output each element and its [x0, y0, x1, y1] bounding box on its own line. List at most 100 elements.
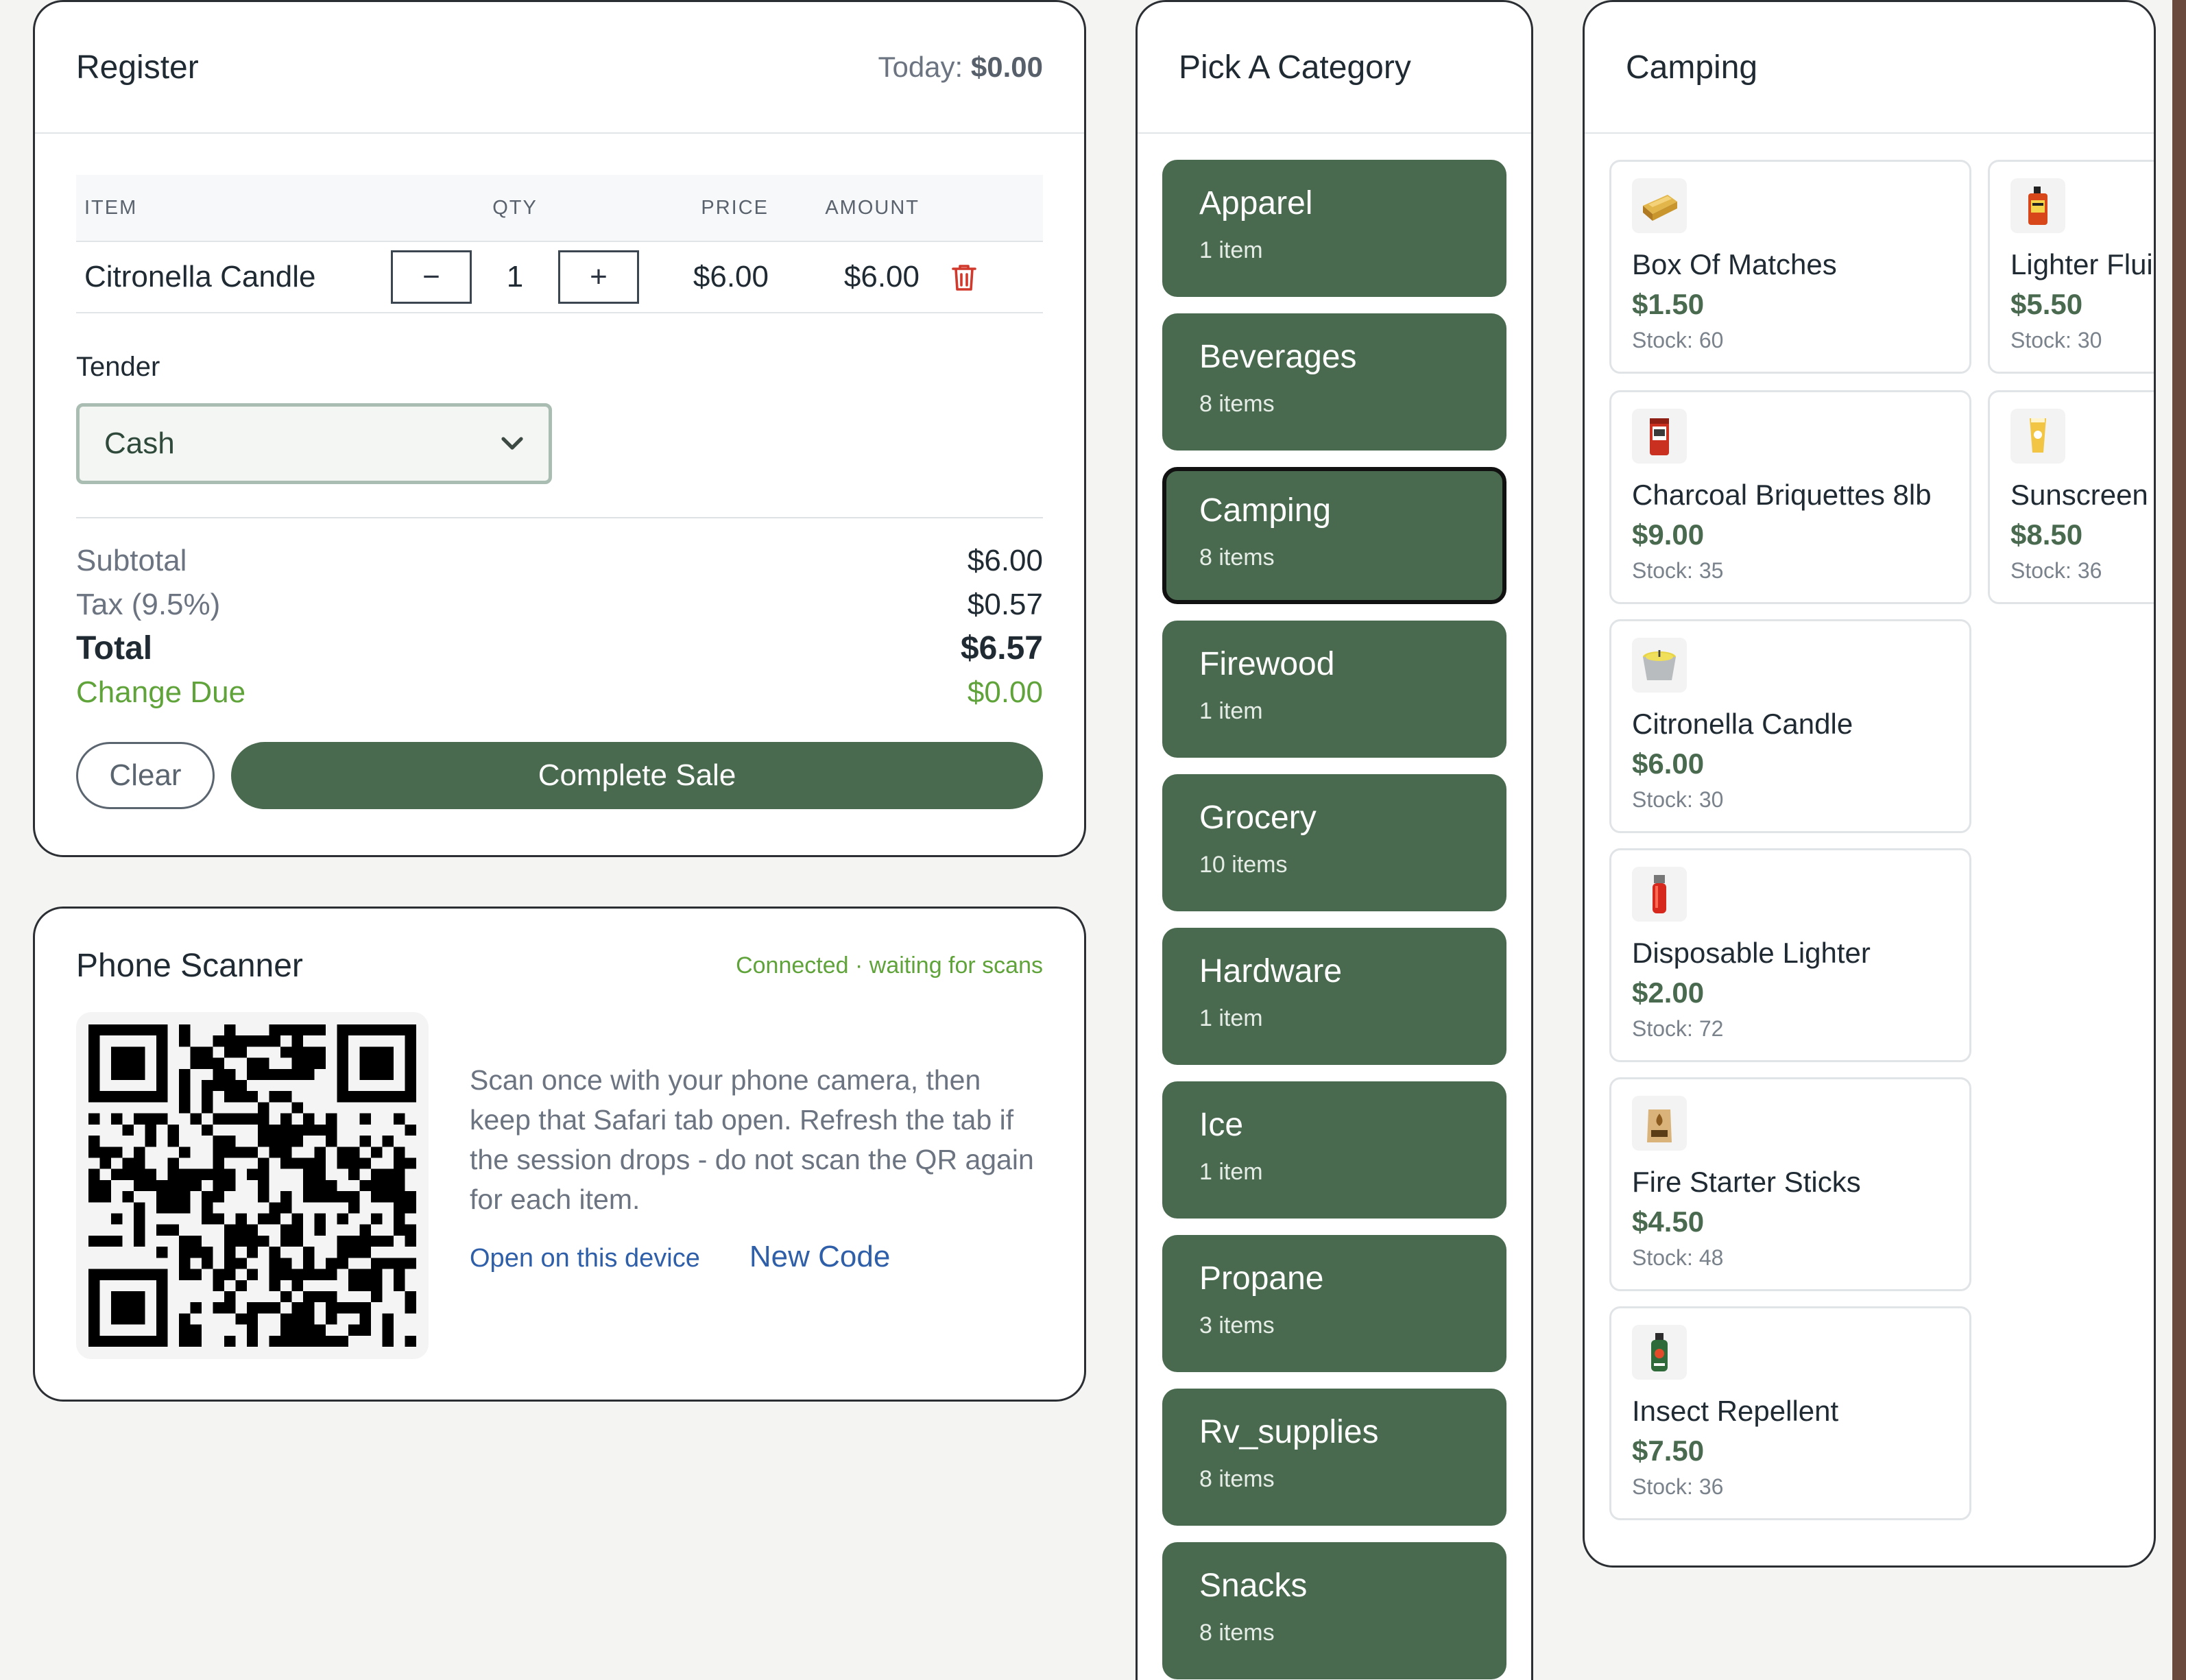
- register-actions: Clear Complete Sale: [76, 742, 1043, 809]
- open-on-device-link[interactable]: Open on this device: [470, 1244, 700, 1273]
- complete-sale-button[interactable]: Complete Sale: [231, 742, 1043, 809]
- repellent-can-icon: [1651, 1333, 1668, 1371]
- category-propane[interactable]: Propane 3 items: [1162, 1235, 1506, 1372]
- divider: [76, 517, 1043, 518]
- sunscreen-icon: [2030, 418, 2046, 453]
- cart-header-row: ITEM QTY PRICE AMOUNT: [76, 175, 1043, 242]
- lighter-fluid-icon: [2028, 187, 2047, 225]
- product-card[interactable]: Disposable Lighter $2.00 Stock: 72: [1609, 848, 1971, 1062]
- product-stock: Stock: 36: [2010, 558, 2102, 583]
- product-price: $2.00: [1632, 976, 1705, 1009]
- category-ice[interactable]: Ice 1 item: [1162, 1081, 1506, 1219]
- table-row: Citronella Candle − 1 + $6.00 $6.00: [76, 242, 1043, 313]
- product-name: Box Of Matches: [1632, 248, 1837, 280]
- category-firewood[interactable]: Firewood 1 item: [1162, 621, 1506, 758]
- today-total: Today: $0.00: [878, 51, 1043, 83]
- product-price: $8.50: [2010, 518, 2083, 551]
- line-amount: $6.00: [843, 260, 920, 293]
- product-price: $7.50: [1632, 1435, 1705, 1467]
- line-price: $6.00: [693, 260, 769, 293]
- product-stock: Stock: 48: [1632, 1245, 1724, 1270]
- col-qty: QTY: [492, 196, 538, 219]
- product-stock: Stock: 72: [1632, 1016, 1724, 1041]
- category-header: Pick A Category: [1138, 2, 1531, 134]
- register-panel: Register Today: $0.00 ITEM QTY PRICE AMO…: [33, 0, 1086, 857]
- tender-select[interactable]: Cash: [76, 403, 552, 484]
- product-name: Lighter Flui: [2010, 248, 2153, 280]
- scanner-status: Connected · waiting for scans: [736, 952, 1043, 979]
- tender-value: Cash: [104, 427, 175, 460]
- product-card[interactable]: Fire Starter Sticks $4.50 Stock: 48: [1609, 1077, 1971, 1291]
- category-title: Pick A Category: [1179, 49, 1411, 86]
- product-card[interactable]: Charcoal Briquettes 8lb $9.00 Stock: 35: [1609, 390, 1971, 604]
- window-edge: [2172, 0, 2186, 1680]
- category-panel: Pick A Category Apparel 1 item Beverages 8…: [1136, 0, 1533, 1680]
- fire-starter-icon: [1647, 1109, 1672, 1142]
- product-card[interactable]: Insect Repellent $7.50 Stock: 36: [1609, 1306, 1971, 1520]
- product-price: $9.00: [1632, 518, 1705, 551]
- category-hardware[interactable]: Hardware 1 item: [1162, 928, 1506, 1065]
- matchbox-icon: [1643, 195, 1677, 221]
- product-price: $5.50: [2010, 288, 2083, 320]
- product-panel: Camping Box Of Matches $1.50 Stock: 60 L…: [1583, 0, 2156, 1568]
- category-snacks[interactable]: Snacks 8 items: [1162, 1542, 1506, 1679]
- qr-code-icon: [88, 1024, 416, 1347]
- scanner-header: Phone Scanner Connected · waiting for sc…: [35, 909, 1084, 985]
- category-rv-supplies[interactable]: Rv_supplies 8 items: [1162, 1389, 1506, 1526]
- candle-bucket-icon: [1643, 650, 1676, 680]
- line-item-name: Citronella Candle: [84, 260, 316, 293]
- charcoal-bag-icon: [1650, 418, 1669, 455]
- clear-button[interactable]: Clear: [76, 742, 215, 809]
- product-name: Sunscreen S: [2010, 479, 2154, 511]
- decrement-button[interactable]: −: [391, 250, 472, 304]
- product-category-title: Camping: [1626, 49, 1758, 86]
- product-card[interactable]: Sunscreen S $8.50 Stock: 36: [1988, 390, 2154, 604]
- product-stock: Stock: 30: [2010, 328, 2102, 352]
- scanner-body: Scan once with your phone camera, then k…: [35, 985, 1084, 1359]
- today-value: $0.00: [970, 51, 1043, 83]
- product-stock: Stock: 60: [1632, 328, 1724, 352]
- product-name: Charcoal Briquettes 8lb: [1632, 479, 1932, 511]
- register-title: Register: [76, 49, 199, 86]
- category-camping[interactable]: Camping 8 items: [1162, 467, 1506, 604]
- total-value: $6.57: [960, 630, 1043, 667]
- register-header: Register Today: $0.00: [35, 2, 1084, 134]
- delete-line-button[interactable]: [920, 262, 1009, 292]
- product-card[interactable]: Box Of Matches $1.50 Stock: 60: [1609, 160, 1971, 374]
- product-name: Disposable Lighter: [1632, 937, 1871, 969]
- subtotal-row: Subtotal $6.00: [76, 539, 1043, 583]
- quantity-stepper: − 1 +: [385, 250, 645, 304]
- tax-value: $0.57: [967, 588, 1043, 621]
- product-stock: Stock: 35: [1632, 558, 1724, 583]
- category-apparel[interactable]: Apparel 1 item: [1162, 160, 1506, 297]
- product-stock: Stock: 36: [1632, 1474, 1724, 1499]
- col-item: ITEM: [84, 196, 138, 219]
- tax-row: Tax (9.5%) $0.57: [76, 583, 1043, 627]
- product-price: $1.50: [1632, 288, 1705, 320]
- scanner-links: Open on this device New Code: [470, 1240, 1043, 1274]
- qr-code: [76, 1012, 429, 1359]
- scanner-instructions: Scan once with your phone camera, then k…: [470, 1060, 1043, 1359]
- category-grocery[interactable]: Grocery 10 items: [1162, 774, 1506, 911]
- quantity-value[interactable]: 1: [472, 260, 558, 294]
- tender-label: Tender: [76, 352, 160, 382]
- phone-scanner-panel: Phone Scanner Connected · waiting for sc…: [33, 907, 1086, 1402]
- product-name: Citronella Candle: [1632, 708, 1853, 740]
- category-beverages[interactable]: Beverages 8 items: [1162, 313, 1506, 451]
- product-price: $6.00: [1632, 747, 1705, 780]
- subtotal-value: $6.00: [967, 544, 1043, 577]
- cart-table: ITEM QTY PRICE AMOUNT Citronella Candle …: [76, 175, 1043, 313]
- category-list: Apparel 1 item Beverages 8 items Camping 8 …: [1138, 134, 1531, 1679]
- col-amount: AMOUNT: [825, 196, 920, 219]
- new-code-button[interactable]: New Code: [749, 1240, 890, 1274]
- scanner-description: Scan once with your phone camera, then k…: [470, 1064, 1034, 1215]
- product-stock: Stock: 30: [1632, 787, 1724, 812]
- product-card[interactable]: Lighter Flui $5.50 Stock: 30: [1988, 160, 2154, 374]
- increment-button[interactable]: +: [558, 250, 639, 304]
- product-card[interactable]: Citronella Candle $6.00 Stock: 30: [1609, 619, 1971, 833]
- totals: Subtotal $6.00 Tax (9.5%) $0.57 Total $6.57…: [76, 539, 1043, 715]
- product-price: $4.50: [1632, 1205, 1705, 1238]
- product-name: Fire Starter Sticks: [1632, 1166, 1861, 1198]
- change-due-value: $0.00: [967, 675, 1043, 709]
- trash-icon[interactable]: [950, 262, 978, 292]
